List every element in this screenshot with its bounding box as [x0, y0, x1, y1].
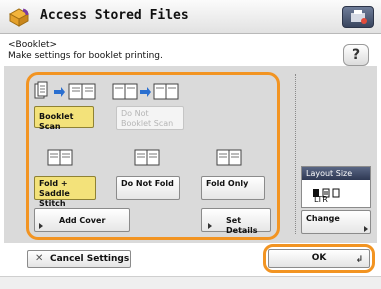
- function-label: <Booklet>: [8, 40, 58, 50]
- fold-only-label: Fold Only: [206, 179, 249, 188]
- add-cover-label: Add Cover: [59, 216, 106, 225]
- help-button[interactable]: ?: [343, 44, 369, 66]
- layout-size-header: Layout Size: [302, 167, 370, 180]
- layout-size-value: LTR: [314, 195, 328, 204]
- set-details-label: Set Details: [226, 216, 258, 235]
- instruction-text: Make settings for booklet printing.: [8, 51, 163, 61]
- fold-only-icon: [216, 148, 244, 172]
- do-not-booklet-scan-label-2: Booklet Scan: [121, 119, 174, 128]
- add-cover-button[interactable]: Add Cover: [34, 208, 130, 232]
- arrow-right-icon: [208, 223, 212, 229]
- booklet-scan-icon: [34, 81, 98, 107]
- change-label: Change: [306, 214, 340, 223]
- fold-saddle-stitch-icon: [47, 148, 75, 172]
- page-title: Access Stored Files: [40, 8, 189, 23]
- cancel-settings-label: Cancel Settings: [50, 254, 130, 264]
- fold-only-button[interactable]: Fold Only: [201, 176, 265, 200]
- change-layout-size-button[interactable]: Change: [301, 210, 371, 234]
- do-not-fold-button[interactable]: Do Not Fold: [116, 176, 180, 200]
- do-not-fold-icon: [134, 148, 162, 172]
- machine-icon-button[interactable]: [342, 6, 374, 28]
- ok-button[interactable]: OK ↲: [268, 249, 370, 268]
- layout-size-display: Layout Size LTR: [301, 166, 371, 208]
- fold-saddle-stitch-label-1: Fold +: [39, 179, 68, 188]
- close-icon: ✕: [35, 253, 44, 264]
- set-details-button[interactable]: Set Details: [201, 208, 271, 235]
- access-stored-files-icon: [8, 6, 30, 28]
- cancel-settings-button[interactable]: ✕ Cancel Settings: [27, 250, 131, 268]
- do-not-booklet-scan-label-1: Do Not: [121, 109, 149, 118]
- arrow-right-icon: [39, 223, 43, 229]
- do-not-fold-label: Do Not Fold: [121, 179, 174, 188]
- booklet-scan-button[interactable]: Booklet Scan: [34, 106, 94, 131]
- arrow-right-icon: [364, 226, 368, 232]
- fold-saddle-stitch-label-2: Saddle Stitch: [39, 189, 70, 208]
- fold-saddle-stitch-button[interactable]: Fold + Saddle Stitch: [34, 176, 96, 208]
- status-strip: [0, 276, 381, 289]
- return-icon: ↲: [355, 255, 363, 265]
- divider: [295, 74, 296, 234]
- ok-label: OK: [311, 253, 327, 263]
- do-not-booklet-scan-button[interactable]: Do Not Booklet Scan: [116, 106, 184, 130]
- do-not-booklet-scan-icon: [112, 81, 180, 107]
